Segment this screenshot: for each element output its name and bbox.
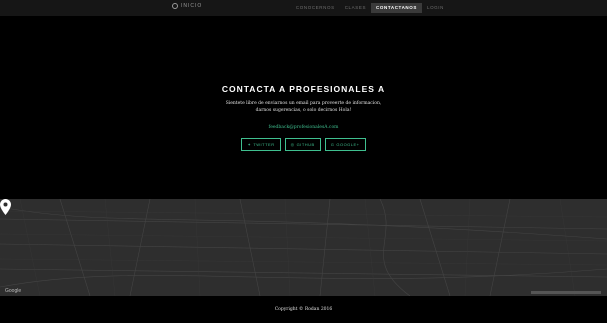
nav-link-conocernos[interactable]: CONOCERNOS — [291, 3, 340, 13]
location-map[interactable]: Google — [0, 199, 607, 296]
nav-link-login[interactable]: LOGIN — [422, 3, 449, 13]
nav-link-clases[interactable]: CLASES — [340, 3, 371, 13]
google-plus-button-label: GOOGLE+ — [336, 142, 360, 147]
social-buttons: ✦ TWITTER ◎ GITHUB g GOOGLE+ — [0, 138, 607, 151]
brand-circle-icon — [172, 3, 178, 9]
footer: Copyright © Rodan 2016 — [0, 296, 607, 323]
google-plus-icon: g — [330, 142, 335, 147]
map-terms-bar — [531, 291, 601, 294]
github-icon: ◎ — [290, 142, 295, 147]
map-marker-icon[interactable] — [0, 199, 11, 215]
github-button[interactable]: ◎ GITHUB — [284, 138, 321, 151]
github-button-label: GITHUB — [296, 142, 315, 147]
brand-link[interactable]: INICIO — [172, 3, 202, 9]
nav-link-contactanos[interactable]: CONTACTANOS — [371, 3, 422, 13]
google-logo: Google — [5, 288, 22, 294]
contact-section: CONTACTA A PROFESIONALES A Sientete libr… — [0, 16, 607, 199]
twitter-button-label: TWITTER — [253, 142, 275, 147]
page-title: CONTACTA A PROFESIONALES A — [221, 84, 386, 94]
copyright-text: Copyright © Rodan 2016 — [274, 307, 333, 312]
contact-email-link[interactable]: feedback@profesionalesA.com — [0, 125, 607, 130]
map-streets — [0, 199, 607, 296]
twitter-button[interactable]: ✦ TWITTER — [241, 138, 281, 151]
brand-label: INICIO — [181, 3, 203, 9]
nav-links: CONOCERNOS CLASES CONTACTANOS LOGIN — [291, 3, 449, 13]
navbar: INICIO CONOCERNOS CLASES CONTACTANOS LOG… — [0, 0, 607, 17]
contact-lead-text: Sientete libre de enviarnos un email par… — [225, 101, 382, 113]
google-plus-button[interactable]: g GOOGLE+ — [324, 138, 366, 151]
twitter-icon: ✦ — [247, 142, 252, 147]
